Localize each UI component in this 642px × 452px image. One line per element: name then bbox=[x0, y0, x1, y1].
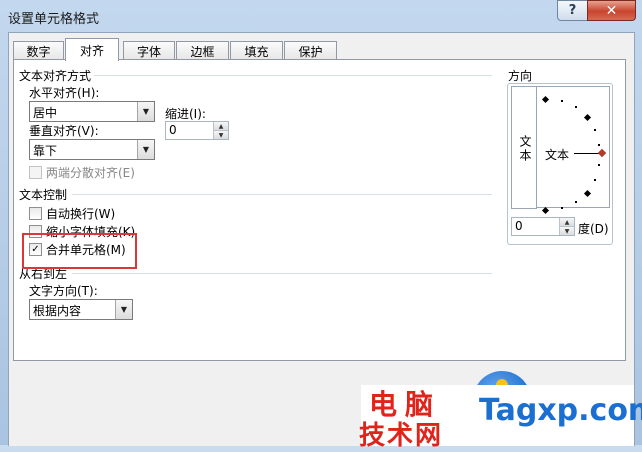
tab-border[interactable]: 边框 bbox=[176, 41, 229, 60]
vertical-text-label: 文本 bbox=[518, 135, 532, 163]
tab-label: 对齐 bbox=[79, 43, 104, 58]
tab-label: 数字 bbox=[26, 44, 51, 59]
vertical-align-select[interactable]: 靠下 ▼ bbox=[29, 139, 155, 160]
text-direction-value: 根据内容 bbox=[33, 304, 82, 318]
wrap-text-checkbox[interactable]: 自动换行(W) bbox=[29, 205, 115, 222]
vertical-align-value: 靠下 bbox=[33, 144, 58, 158]
horizontal-align-select[interactable]: 居中 ▼ bbox=[29, 101, 155, 122]
wrap-text-label: 自动换行(W) bbox=[46, 207, 116, 221]
tab-label: 填充 bbox=[244, 44, 269, 59]
alignment-tab-page: 文本对齐方式 水平对齐(H): 居中 ▼ 缩进(I): 0 ▲ ▼ 垂直对齐(V… bbox=[13, 59, 626, 361]
help-icon: ? bbox=[568, 3, 577, 18]
watermark-url: Tagxp.com bbox=[479, 393, 642, 428]
spin-up-icon[interactable]: ▲ bbox=[559, 218, 574, 227]
distributed-checkbox[interactable]: 两端分散对齐(E) bbox=[29, 164, 135, 181]
alignment-section-title: 文本对齐方式 bbox=[19, 69, 92, 83]
tab-label: 字体 bbox=[136, 44, 161, 59]
tab-font[interactable]: 字体 bbox=[123, 41, 175, 60]
highlight-box bbox=[22, 233, 137, 269]
orientation-dot bbox=[575, 106, 577, 108]
orientation-dot bbox=[561, 100, 563, 102]
close-icon: ✕ bbox=[605, 2, 618, 19]
chevron-down-icon[interactable]: ▼ bbox=[115, 300, 132, 319]
orientation-dot bbox=[598, 164, 600, 166]
spin-down-icon[interactable]: ▼ bbox=[559, 227, 574, 235]
orientation-dot bbox=[598, 144, 600, 146]
tab-protection[interactable]: 保护 bbox=[284, 41, 337, 60]
horizontal-align-label: 水平对齐(H): bbox=[29, 86, 100, 100]
degree-label: 度(D) bbox=[578, 222, 609, 236]
horizontal-align-value: 居中 bbox=[33, 106, 58, 120]
vertical-text-button[interactable]: 文本 bbox=[511, 86, 537, 209]
orientation-dot bbox=[575, 201, 577, 203]
distributed-label: 两端分散对齐(E) bbox=[46, 166, 135, 180]
tab-number[interactable]: 数字 bbox=[13, 41, 64, 60]
tab-alignment[interactable]: 对齐 bbox=[65, 38, 119, 61]
orientation-label: 文本 bbox=[545, 146, 570, 163]
close-button[interactable]: ✕ bbox=[587, 0, 636, 21]
window-title: 设置单元格格式 bbox=[8, 12, 100, 27]
help-button[interactable]: ? bbox=[557, 0, 588, 21]
dialog-window: 设置单元格格式 ? ✕ 数字 对齐 字体 边框 填充 保护 文本对齐方式 水平对… bbox=[0, 0, 642, 451]
chevron-down-icon[interactable]: ▼ bbox=[137, 102, 154, 121]
vertical-align-label: 垂直对齐(V): bbox=[29, 124, 99, 138]
degree-value: 0 bbox=[515, 219, 523, 233]
text-direction-select[interactable]: 根据内容 ▼ bbox=[29, 299, 133, 320]
indent-label: 缩进(I): bbox=[165, 107, 206, 121]
indent-value: 0 bbox=[169, 123, 177, 137]
spin-up-icon[interactable]: ▲ bbox=[213, 122, 228, 131]
checkbox-box[interactable] bbox=[29, 166, 42, 179]
orientation-section-title: 方向 bbox=[508, 69, 533, 83]
separator bbox=[72, 273, 492, 274]
spin-down-icon[interactable]: ▼ bbox=[213, 131, 228, 139]
separator bbox=[94, 75, 492, 76]
title-bar: 设置单元格格式 ? ✕ bbox=[0, 0, 642, 32]
text-control-section-title: 文本控制 bbox=[19, 188, 68, 202]
orientation-dot bbox=[561, 207, 563, 209]
indent-spinner[interactable]: 0 ▲ ▼ bbox=[165, 121, 229, 140]
dialog-client: 数字 对齐 字体 边框 填充 保护 文本对齐方式 水平对齐(H): 居中 ▼ 缩… bbox=[8, 32, 642, 451]
tab-fill[interactable]: 填充 bbox=[230, 41, 283, 60]
tab-label: 边框 bbox=[190, 44, 215, 59]
orientation-dot bbox=[594, 129, 596, 131]
watermark-text-2: 技术网 bbox=[359, 421, 444, 451]
degree-spinner[interactable]: 0 ▲ ▼ bbox=[511, 217, 575, 236]
text-direction-label: 文字方向(T): bbox=[29, 284, 98, 298]
checkbox-box[interactable] bbox=[29, 207, 42, 220]
separator bbox=[72, 194, 492, 195]
tab-label: 保护 bbox=[298, 44, 323, 59]
orientation-line bbox=[574, 153, 600, 154]
chevron-down-icon[interactable]: ▼ bbox=[137, 140, 154, 159]
orientation-dot bbox=[594, 179, 596, 181]
